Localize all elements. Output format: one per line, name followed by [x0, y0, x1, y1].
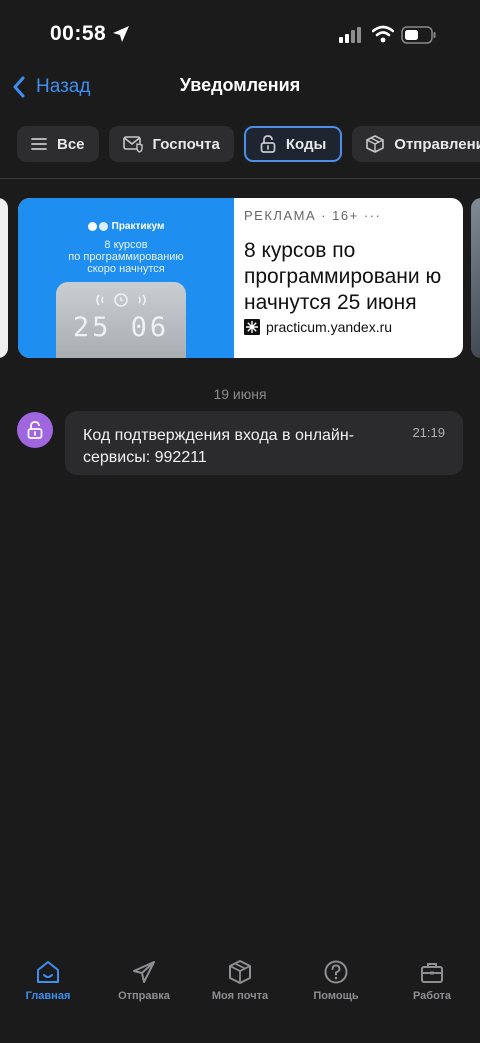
- filter-chip-all[interactable]: Все: [17, 126, 99, 162]
- message-time: 21:19: [412, 425, 445, 440]
- message-avatar: [17, 412, 53, 448]
- ad-image: Практикум 8 курсов по программированию с…: [18, 198, 234, 358]
- status-bar: 00:58: [0, 0, 480, 70]
- alarm-icon: [56, 292, 186, 313]
- lock-icon: [260, 135, 276, 153]
- message-text: Код подтверждения входа в онлайн-сервисы…: [83, 427, 355, 466]
- filter-chip-label: Отправлени: [394, 135, 480, 153]
- practicum-logo-icon: [98, 222, 108, 231]
- wifi-icon: [372, 25, 394, 43]
- yandex-logo-icon: [87, 222, 97, 231]
- divider: [0, 178, 480, 179]
- ad-title: 8 курсов по программировани ю начнутся 2…: [244, 239, 442, 314]
- filter-chips: Все Госпочта Коды Отправлени: [17, 126, 480, 162]
- filter-chip-label: Коды: [285, 135, 327, 153]
- tab-label: Моя почта: [211, 990, 269, 1002]
- location-arrow-icon: [113, 26, 129, 42]
- ad-domain-text: practicum.yandex.ru: [266, 319, 393, 335]
- status-time: 00:58: [50, 22, 107, 45]
- filter-chip-shipments[interactable]: Отправлени: [352, 126, 480, 162]
- ad-banner[interactable]: Практикум 8 курсов по программированию с…: [18, 198, 463, 358]
- ad-text: РЕКЛАМА · 16+ ··· 8 курсов по программир…: [244, 198, 463, 358]
- box-icon: [366, 135, 385, 153]
- ad-brand: Практикум: [18, 221, 234, 232]
- lock-icon: [27, 421, 43, 439]
- filter-chip-codes[interactable]: Коды: [243, 126, 343, 162]
- tab-my-mail[interactable]: Моя почта: [192, 955, 288, 1002]
- help-icon: [324, 960, 348, 984]
- envelope-shield-icon: [122, 136, 143, 153]
- ad-label[interactable]: РЕКЛАМА · 16+ ···: [244, 208, 381, 223]
- ad-device-illustration: 25 06: [56, 282, 186, 358]
- tab-work[interactable]: Работа: [384, 955, 480, 1002]
- tab-send[interactable]: Отправка: [96, 955, 192, 1002]
- filter-chip-gospochta[interactable]: Госпочта: [108, 126, 234, 162]
- practicum-snowflake-icon: [244, 319, 260, 335]
- tab-label: Работа: [412, 990, 452, 1002]
- battery-icon: [401, 26, 436, 44]
- briefcase-icon: [421, 963, 443, 983]
- carousel-prev-card[interactable]: [0, 198, 8, 358]
- tab-label: Помощь: [313, 990, 359, 1002]
- ad-brand-name: Практикум: [111, 221, 165, 232]
- ad-device-digits: 25 06: [72, 312, 170, 343]
- notification-message[interactable]: Код подтверждения входа в онлайн-сервисы…: [65, 411, 463, 475]
- tab-bar: Главная Отправка Моя почта Помощь Работа: [0, 955, 480, 1043]
- filter-chip-label: Госпочта: [152, 135, 220, 153]
- tab-label: Главная: [25, 990, 71, 1002]
- nav-bar: Назад Уведомления: [0, 70, 480, 104]
- ad-domain: practicum.yandex.ru: [244, 319, 392, 335]
- box-icon: [229, 960, 251, 984]
- paper-plane-icon: [133, 961, 155, 983]
- tab-help[interactable]: Помощь: [288, 955, 384, 1002]
- tab-home[interactable]: Главная: [0, 955, 96, 1002]
- page-title: Уведомления: [179, 75, 301, 95]
- cellular-signal-icon: [339, 27, 361, 43]
- list-icon: [31, 138, 47, 150]
- tab-label: Отправка: [118, 990, 170, 1002]
- home-icon: [37, 961, 59, 983]
- date-separator: 19 июня: [213, 386, 267, 402]
- ad-image-text: 8 курсов по программированию скоро начну…: [68, 239, 184, 275]
- filter-chip-label: Все: [57, 135, 85, 153]
- carousel-next-card[interactable]: [471, 198, 480, 358]
